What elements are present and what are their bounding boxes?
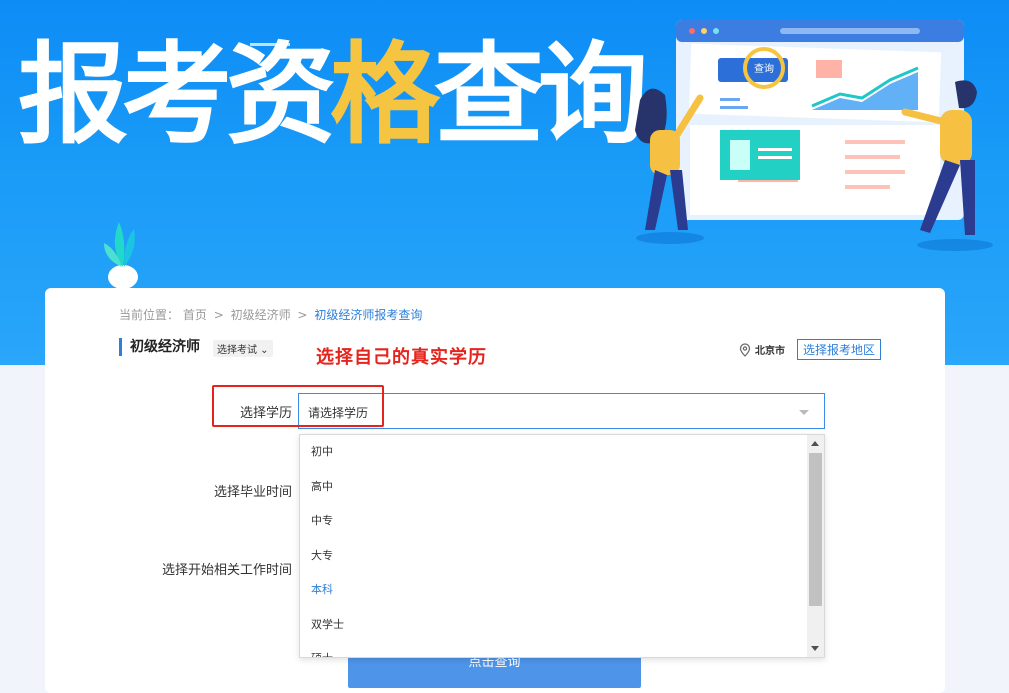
option-item[interactable]: 初中	[300, 435, 824, 470]
banner-title: 报考资格查询	[18, 31, 648, 159]
option-item[interactable]: 中专	[300, 504, 824, 539]
option-item[interactable]: 硕士	[300, 642, 824, 657]
education-select[interactable]: 请选择学历	[298, 393, 825, 429]
breadcrumb-home[interactable]: 首页	[183, 308, 207, 322]
dropdown-scrollbar[interactable]	[807, 435, 824, 657]
breadcrumb-current: 初级经济师报考查询	[314, 308, 423, 322]
option-item[interactable]: 高中	[300, 470, 824, 505]
option-item[interactable]: 大专	[300, 539, 824, 574]
education-options: 初中 高中 中专 大专 本科 双学士 硕士	[300, 435, 824, 657]
option-item-highlighted[interactable]: 本科	[300, 573, 824, 608]
plant-illustration	[104, 222, 138, 289]
svg-text:查询: 查询	[754, 62, 774, 75]
chevron-down-icon	[799, 410, 809, 415]
region-selector: 北京市 选择报考地区	[739, 339, 882, 360]
query-illustration: 查询	[635, 20, 993, 251]
location-pin-icon	[739, 342, 751, 357]
select-region-button[interactable]: 选择报考地区	[797, 339, 882, 360]
option-item[interactable]: 双学士	[300, 608, 824, 643]
work-start-label: 选择开始相关工作时间	[161, 563, 292, 578]
current-city: 北京市	[755, 346, 785, 357]
graduation-label: 选择毕业时间	[213, 485, 292, 500]
select-exam-button[interactable]: 选择考试 ⌄	[213, 340, 273, 357]
education-dropdown: 初中 高中 中专 大专 本科 双学士 硕士	[299, 434, 825, 658]
breadcrumb-category[interactable]: 初级经济师	[231, 308, 291, 322]
breadcrumb-prefix: 当前位置：	[119, 308, 180, 322]
annotation-text: 选择自己的真实学历	[316, 347, 487, 368]
scroll-down-arrow-icon[interactable]	[811, 646, 819, 651]
breadcrumb: 当前位置： 首页 > 初级经济师 > 初级经济师报考查询	[119, 308, 423, 322]
section-title: 初级经济师	[119, 338, 200, 356]
education-select-value: 请选择学历	[308, 406, 369, 420]
scrollbar-thumb[interactable]	[809, 453, 822, 606]
education-label: 选择学历	[239, 406, 292, 421]
scroll-up-arrow-icon[interactable]	[811, 441, 819, 446]
